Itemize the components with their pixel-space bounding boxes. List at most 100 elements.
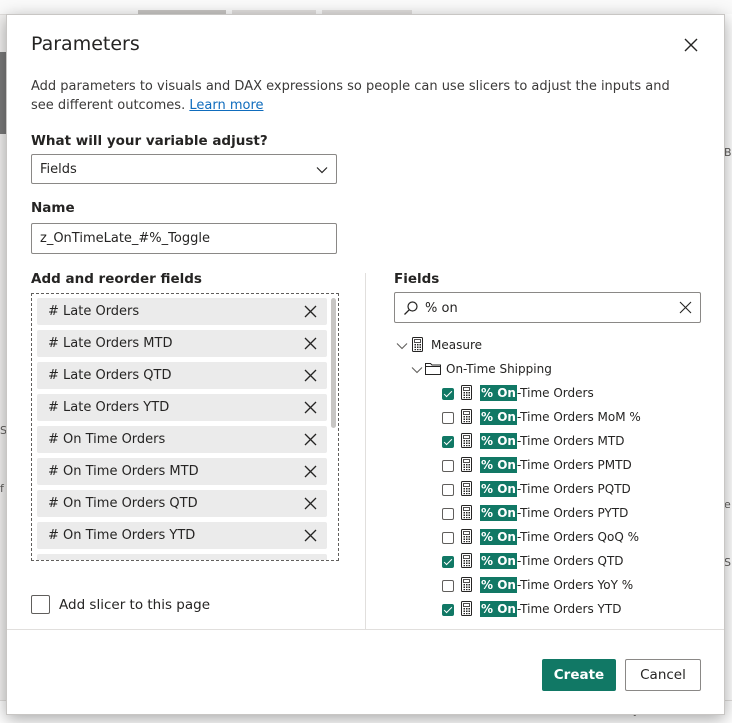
chevron-down-icon[interactable] xyxy=(411,364,423,376)
field-checkbox[interactable] xyxy=(442,460,454,472)
field-pill[interactable]: # On Time Orders QTD xyxy=(37,490,327,517)
search-highlight: % On xyxy=(480,385,517,401)
clear-search-icon[interactable] xyxy=(679,301,692,314)
adjust-dropdown[interactable]: Fields xyxy=(31,154,337,184)
reorder-scrollbar[interactable] xyxy=(330,296,336,558)
field-pill[interactable]: # On Time Orders xyxy=(37,426,327,453)
field-item[interactable]: % On-Time Orders MTD xyxy=(442,432,702,452)
field-pill-label: # Late Orders QTD xyxy=(48,368,172,383)
calculator-icon xyxy=(461,577,472,592)
remove-icon[interactable] xyxy=(304,433,317,446)
search-highlight: % On xyxy=(480,577,517,593)
bg-fragment: f xyxy=(0,482,4,495)
remove-icon[interactable] xyxy=(304,529,317,542)
scrollbar-thumb[interactable] xyxy=(331,298,336,428)
dialog-title: Parameters xyxy=(31,33,140,55)
remove-icon[interactable] xyxy=(304,497,317,510)
search-highlight: % On xyxy=(480,553,517,569)
field-checkbox[interactable] xyxy=(442,508,454,520)
adjust-label: What will your variable adjust? xyxy=(31,133,268,149)
field-item-label: -Time Orders YTD xyxy=(516,602,622,616)
name-input[interactable] xyxy=(31,223,337,254)
remove-icon[interactable] xyxy=(304,401,317,414)
search-icon xyxy=(404,301,418,315)
calculator-icon xyxy=(461,385,472,400)
folder-icon xyxy=(425,363,441,375)
calculator-icon xyxy=(461,505,472,520)
field-pill-label: # Late Orders MTD xyxy=(48,336,173,351)
calculator-icon xyxy=(461,481,472,496)
reorder-fields-list[interactable]: # Late Orders # Late Orders MTD # Late O… xyxy=(31,293,339,561)
learn-more-link[interactable]: Learn more xyxy=(189,98,263,113)
field-checkbox[interactable] xyxy=(442,388,454,400)
bg-fragment: S xyxy=(724,556,731,569)
remove-icon[interactable] xyxy=(304,305,317,318)
fields-search-input[interactable] xyxy=(425,298,665,318)
field-item[interactable]: % On-Time Orders QTD xyxy=(442,552,702,572)
field-pill[interactable]: # On Time Orders MTD xyxy=(37,458,327,485)
field-item-label: -Time Orders PQTD xyxy=(516,482,631,496)
remove-icon[interactable] xyxy=(304,337,317,350)
chevron-down-icon xyxy=(316,167,328,174)
field-checkbox[interactable] xyxy=(442,556,454,568)
field-checkbox[interactable] xyxy=(442,604,454,616)
calculator-icon xyxy=(461,553,472,568)
field-item-label: -Time Orders xyxy=(516,386,594,400)
create-button[interactable]: Create xyxy=(542,659,616,691)
search-highlight: % On xyxy=(480,529,517,545)
tree-folder-label: On-Time Shipping xyxy=(446,362,552,376)
field-pill[interactable]: # Late Orders MTD xyxy=(37,330,327,357)
close-icon xyxy=(684,38,698,52)
search-highlight: % On xyxy=(480,433,517,449)
calculator-icon xyxy=(461,457,472,472)
field-item[interactable]: % On-Time Orders PMTD xyxy=(442,456,702,476)
name-label: Name xyxy=(31,200,75,216)
adjust-selected-value: Fields xyxy=(40,162,77,177)
search-highlight: % On xyxy=(480,601,517,617)
search-highlight: % On xyxy=(480,409,517,425)
search-highlight: % On xyxy=(480,481,517,497)
search-highlight: % On xyxy=(480,457,517,473)
field-item[interactable]: % On-Time Orders QoQ % xyxy=(442,528,702,548)
footer-divider xyxy=(7,629,724,630)
chevron-down-icon[interactable] xyxy=(396,340,408,352)
calculator-icon xyxy=(461,409,472,424)
field-pill-label: # On Time Orders QTD xyxy=(48,496,198,511)
calculator-icon xyxy=(461,529,472,544)
field-item[interactable]: % On-Time Orders PQTD xyxy=(442,480,702,500)
fields-label: Fields xyxy=(394,271,440,287)
bg-fragment: e xyxy=(724,498,731,511)
dialog-description: Add parameters to visuals and DAX expres… xyxy=(31,77,671,115)
field-checkbox[interactable] xyxy=(442,436,454,448)
field-item[interactable]: % On-Time Orders PYTD xyxy=(442,504,702,524)
field-item[interactable]: % On-Time Orders YoY % xyxy=(442,576,702,596)
tree-folder[interactable]: On-Time Shipping xyxy=(411,360,701,380)
field-pill[interactable]: # Late Orders YTD xyxy=(37,394,327,421)
field-checkbox[interactable] xyxy=(442,532,454,544)
column-divider xyxy=(365,273,366,629)
field-item-label: -Time Orders QTD xyxy=(516,554,624,568)
field-pill[interactable]: # On Time Orders YTD xyxy=(37,522,327,549)
field-checkbox[interactable] xyxy=(442,580,454,592)
field-pill[interactable]: # Late Orders QTD xyxy=(37,362,327,389)
remove-icon[interactable] xyxy=(304,369,317,382)
fields-search-box[interactable] xyxy=(394,292,701,323)
search-highlight: % On xyxy=(480,505,517,521)
field-pill-label: # On Time Orders MTD xyxy=(48,464,199,479)
remove-icon[interactable] xyxy=(304,465,317,478)
parameters-dialog: Parameters Add parameters to visuals and… xyxy=(6,14,725,715)
field-checkbox[interactable] xyxy=(442,484,454,496)
add-slicer-checkbox[interactable] xyxy=(31,595,50,614)
tree-table-label: Measure xyxy=(431,338,482,352)
field-item[interactable]: % On-Time Orders MoM % xyxy=(442,408,702,428)
field-item[interactable]: % On-Time Orders xyxy=(442,384,702,404)
field-item[interactable]: % On-Time Orders YTD xyxy=(442,600,702,620)
field-item-label: -Time Orders QoQ % xyxy=(516,530,639,544)
tree-table-measure[interactable]: Measure xyxy=(396,336,696,356)
field-pill-partial[interactable] xyxy=(37,554,327,560)
close-button[interactable] xyxy=(681,35,701,55)
field-item-label: -Time Orders PYTD xyxy=(516,506,629,520)
field-pill[interactable]: # Late Orders xyxy=(37,298,327,325)
cancel-button[interactable]: Cancel xyxy=(625,659,701,691)
field-checkbox[interactable] xyxy=(442,412,454,424)
